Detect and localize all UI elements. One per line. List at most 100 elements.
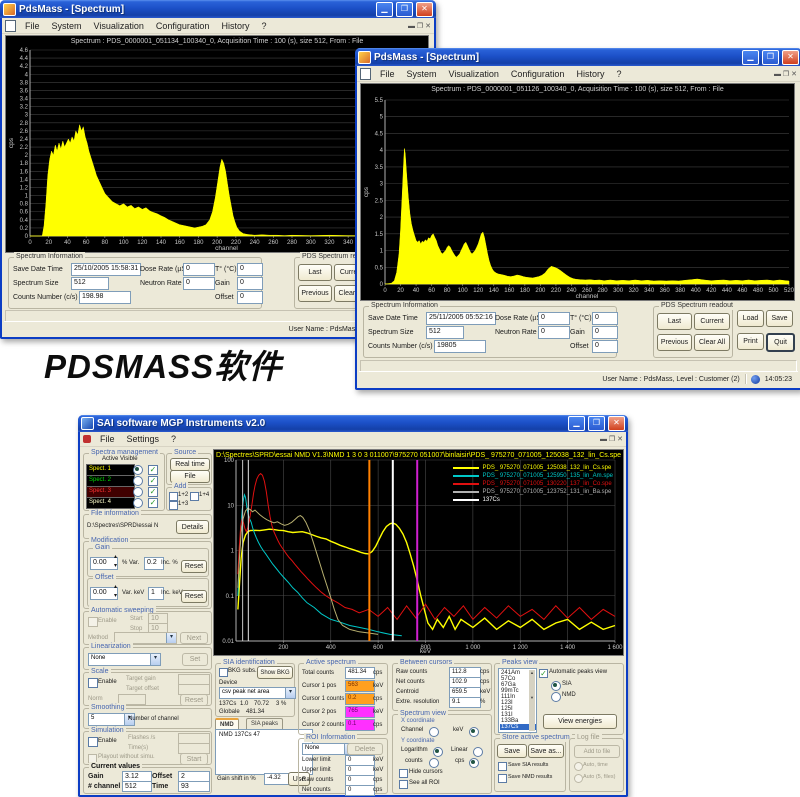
menu-visualization[interactable]: Visualization [444, 69, 504, 79]
hide-cursors-checkbox[interactable] [399, 769, 408, 778]
menu-help[interactable]: ? [166, 434, 181, 444]
mdi-controls[interactable]: ▬ ❐ ✕ [774, 70, 797, 78]
current-button[interactable]: Current [694, 313, 730, 330]
dose-field[interactable]: 0 [538, 312, 570, 325]
spectrum-1-active-radio[interactable] [133, 465, 143, 475]
add-1-2-checkbox[interactable] [169, 492, 178, 501]
offset-reset-button[interactable]: Reset [181, 590, 207, 603]
minimize-button[interactable]: ▁ [568, 416, 585, 431]
menu-visualization[interactable]: Visualization [89, 21, 149, 31]
sia-radio[interactable] [551, 681, 561, 691]
counts-radio[interactable] [429, 758, 439, 768]
maximize-button[interactable]: ❐ [588, 416, 605, 431]
menu-system[interactable]: System [47, 21, 87, 31]
gain-shift-field[interactable]: -4.32 [264, 773, 290, 785]
channel-radio[interactable] [429, 727, 439, 737]
close-button[interactable]: ✕ [782, 50, 799, 65]
spectrum-4-chip[interactable]: Spect. 4 [86, 497, 135, 509]
minimize-button[interactable]: ▁ [376, 2, 393, 17]
previous-button[interactable]: Previous [657, 334, 692, 351]
spectrum-2-active-radio[interactable] [133, 476, 143, 486]
save-nmd-checkbox[interactable] [498, 774, 507, 783]
mdi-controls[interactable]: ▬ ❐ ✕ [600, 435, 623, 443]
counts-field[interactable]: 19805 [434, 340, 486, 353]
list-scrollbar[interactable]: ▲▼ [529, 670, 535, 731]
previous-button[interactable]: Previous [298, 285, 332, 302]
save-sia-checkbox[interactable] [498, 762, 507, 771]
titlebar[interactable]: PdsMass - [Spectrum] ▁ ❐ ✕ [355, 48, 800, 66]
size-field[interactable]: 512 [426, 326, 464, 339]
offset-field[interactable]: 0 [237, 291, 263, 304]
offset-spin-buttons[interactable]: ▴▾ [114, 583, 117, 601]
mdi-controls[interactable]: ▬ ❐ ✕ [408, 22, 431, 30]
menu-file[interactable]: File [375, 69, 400, 79]
spectrum-4-visible-checkbox[interactable]: ✓ [148, 498, 158, 508]
last-button[interactable]: Last [657, 313, 692, 330]
maximize-button[interactable]: ❐ [396, 2, 413, 17]
titlebar[interactable]: SAI software MGP Instruments v2.0 ▁ ❐ ✕ [78, 415, 628, 432]
store-save-as-button[interactable]: Save as... [528, 744, 564, 758]
offset-field[interactable]: 0 [592, 340, 618, 353]
temp-field[interactable]: 0 [592, 312, 618, 325]
linearization-dropdown[interactable]: None [88, 653, 161, 666]
linear-radio[interactable] [473, 747, 483, 757]
neutron-field[interactable]: 0 [183, 277, 215, 290]
scale-reset-button[interactable]: Reset [180, 694, 208, 706]
bkg-subs-checkbox[interactable] [219, 668, 228, 677]
gain-field[interactable]: 0 [592, 326, 618, 339]
add-1-3-checkbox[interactable] [169, 501, 178, 510]
store-save-button[interactable]: Save [497, 744, 527, 758]
menu-system[interactable]: System [402, 69, 442, 79]
counts-field[interactable]: 198.98 [79, 291, 131, 304]
neutron-field[interactable]: 0 [538, 326, 570, 339]
gain-field[interactable]: 0 [237, 277, 263, 290]
menu-help[interactable]: ? [611, 69, 626, 79]
auto-time-radio[interactable] [574, 762, 583, 771]
sweeping-next-button[interactable]: Next [180, 632, 208, 644]
isotope-listbox[interactable]: 241Am 57Co 67Ga 99mTc 111In 123I 125I 13… [498, 668, 537, 733]
menu-configuration[interactable]: Configuration [151, 21, 215, 31]
menu-file[interactable]: File [20, 21, 45, 31]
roi-delete-button[interactable]: Delete [347, 743, 383, 755]
view-energies-button[interactable]: View energies [543, 714, 617, 729]
sweeping-enable-checkbox[interactable] [88, 617, 98, 627]
load-button[interactable]: Load [737, 310, 764, 327]
details-button[interactable]: Details [176, 520, 209, 534]
scale-enable-checkbox[interactable] [88, 678, 98, 688]
size-field[interactable]: 512 [71, 277, 109, 290]
add-1-4-checkbox[interactable] [190, 492, 199, 501]
print-button[interactable]: Print [737, 333, 764, 350]
spectrum-2-visible-checkbox[interactable]: ✓ [148, 476, 158, 486]
menu-history[interactable]: History [571, 69, 609, 79]
menu-settings[interactable]: Settings [122, 434, 165, 444]
show-bkg-button[interactable]: Show BKG [257, 666, 293, 679]
dose-field[interactable]: 0 [183, 263, 215, 276]
save-date-field[interactable]: 25/10/2005 15:58:31 [71, 263, 141, 276]
logarithm-radio[interactable] [433, 747, 443, 757]
menu-history[interactable]: History [216, 21, 254, 31]
minimize-button[interactable]: ▁ [742, 50, 759, 65]
menu-configuration[interactable]: Configuration [506, 69, 570, 79]
spectrum-3-visible-checkbox[interactable]: ✓ [148, 487, 158, 497]
kev-radio[interactable] [469, 727, 479, 737]
temp-field[interactable]: 0 [237, 263, 263, 276]
linearization-set-button[interactable]: Set [182, 653, 208, 666]
auto-peaks-checkbox[interactable]: ✓ [539, 669, 548, 678]
auto-files-radio[interactable] [574, 774, 583, 783]
titlebar[interactable]: PdsMass - [Spectrum] ▁ ❐ ✕ [0, 0, 436, 18]
menu-file[interactable]: File [95, 434, 120, 444]
close-button[interactable]: ✕ [608, 416, 625, 431]
gain-reset-button[interactable]: Reset [181, 560, 207, 573]
spectrum-chart[interactable]: 00.511.522.533.544.555.50204060801001201… [360, 83, 795, 301]
last-button[interactable]: Last [298, 264, 332, 281]
spectrum-4-active-radio[interactable] [133, 498, 143, 508]
device-dropdown[interactable]: csv peak net area [219, 687, 296, 699]
maximize-button[interactable]: ❐ [762, 50, 779, 65]
gain-spin-buttons[interactable]: ▴▾ [114, 553, 117, 571]
nmd-radio[interactable] [551, 692, 561, 702]
cps-radio[interactable] [469, 758, 479, 768]
spectrum-1-visible-checkbox[interactable]: ✓ [148, 465, 158, 475]
save-date-field[interactable]: 25/11/2005 05:52:16 [426, 312, 496, 325]
see-all-roi-checkbox[interactable] [399, 780, 408, 789]
close-button[interactable]: ✕ [416, 2, 433, 17]
